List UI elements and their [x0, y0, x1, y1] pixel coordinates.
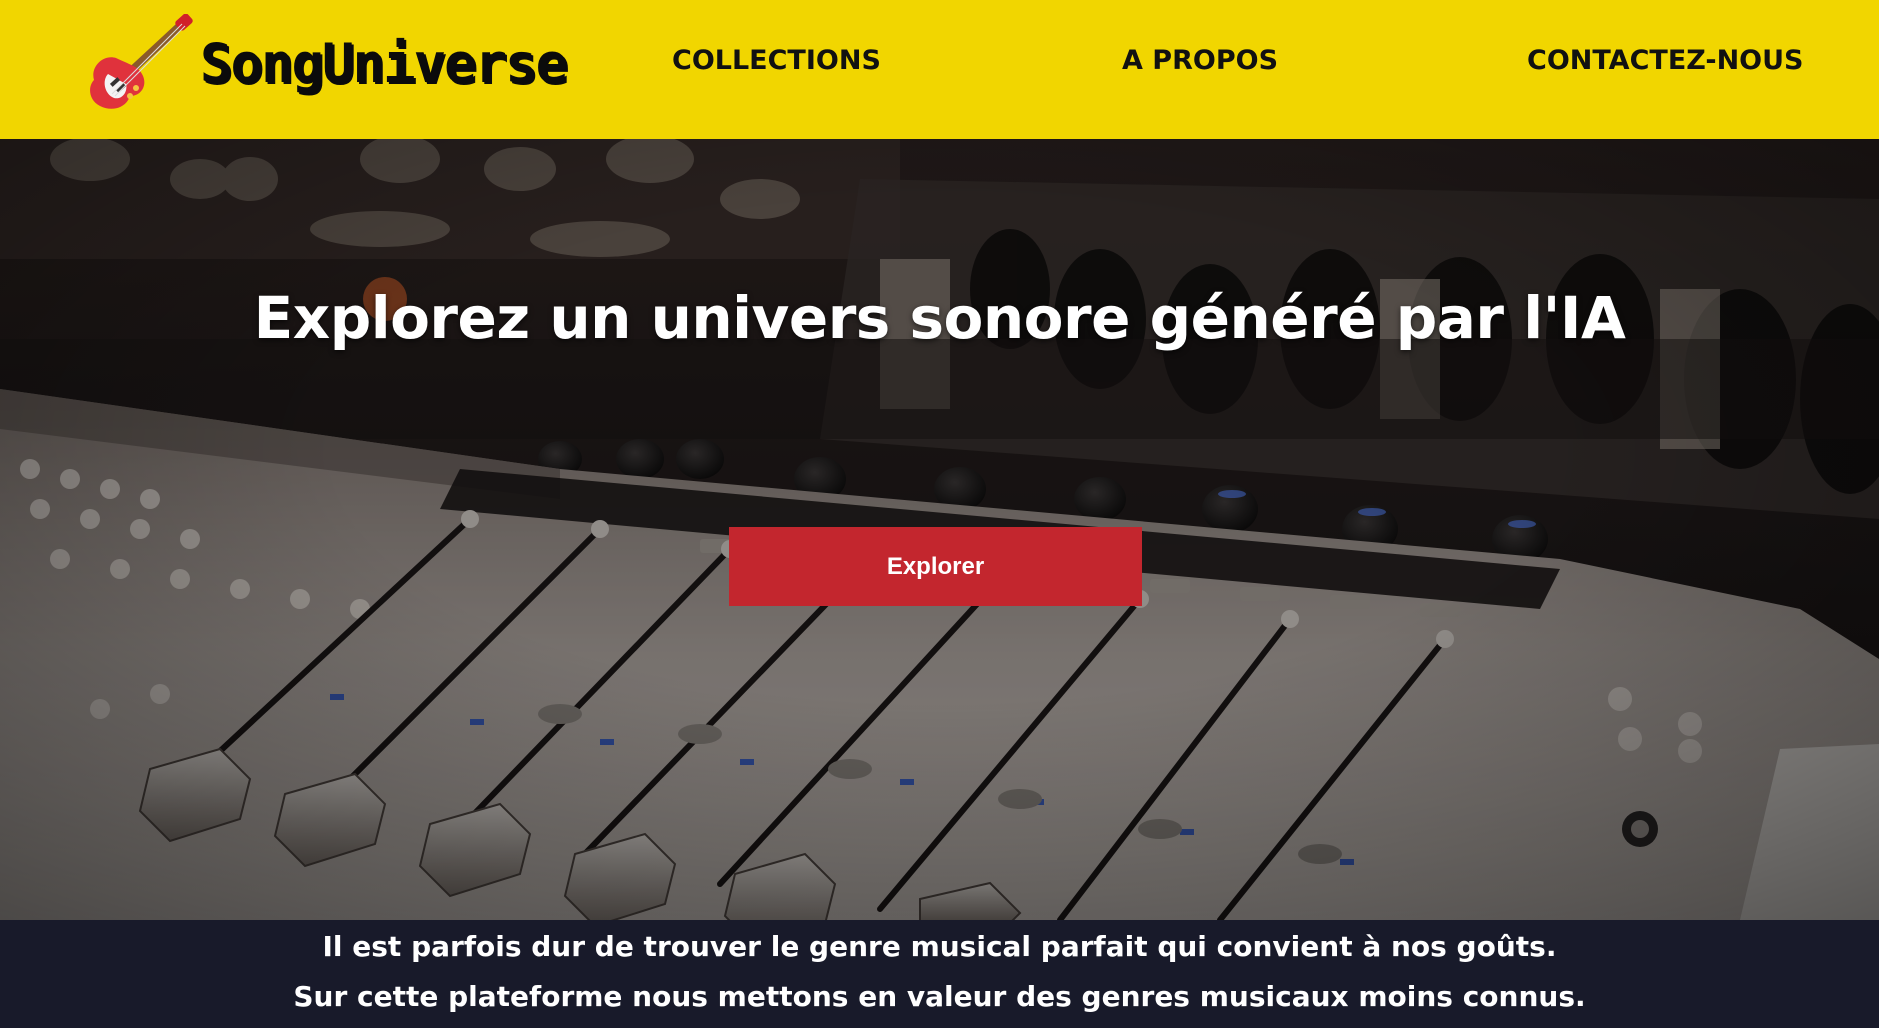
nav-link-contact[interactable]: CONTACTEZ-NOUS: [1527, 44, 1804, 78]
site-header: SongUniverse COLLECTIONS A PROPOS CONTAC…: [0, 0, 1879, 139]
intro-line-1: Il est parfois dur de trouver le genre m…: [322, 930, 1557, 963]
explore-button[interactable]: Explorer: [729, 527, 1142, 606]
intro-line-2: Sur cette plateforme nous mettons en val…: [293, 980, 1586, 1013]
brand-name[interactable]: SongUniverse: [200, 30, 568, 98]
electric-guitar-icon[interactable]: [86, 14, 198, 114]
nav-link-collections[interactable]: COLLECTIONS: [672, 44, 881, 78]
hero-title: Explorez un univers sonore généré par l'…: [253, 284, 1626, 352]
intro-section: Il est parfois dur de trouver le genre m…: [0, 920, 1879, 1028]
hero-section: Explorez un univers sonore généré par l'…: [0, 139, 1879, 920]
nav-link-a-propos[interactable]: A PROPOS: [1122, 44, 1278, 78]
